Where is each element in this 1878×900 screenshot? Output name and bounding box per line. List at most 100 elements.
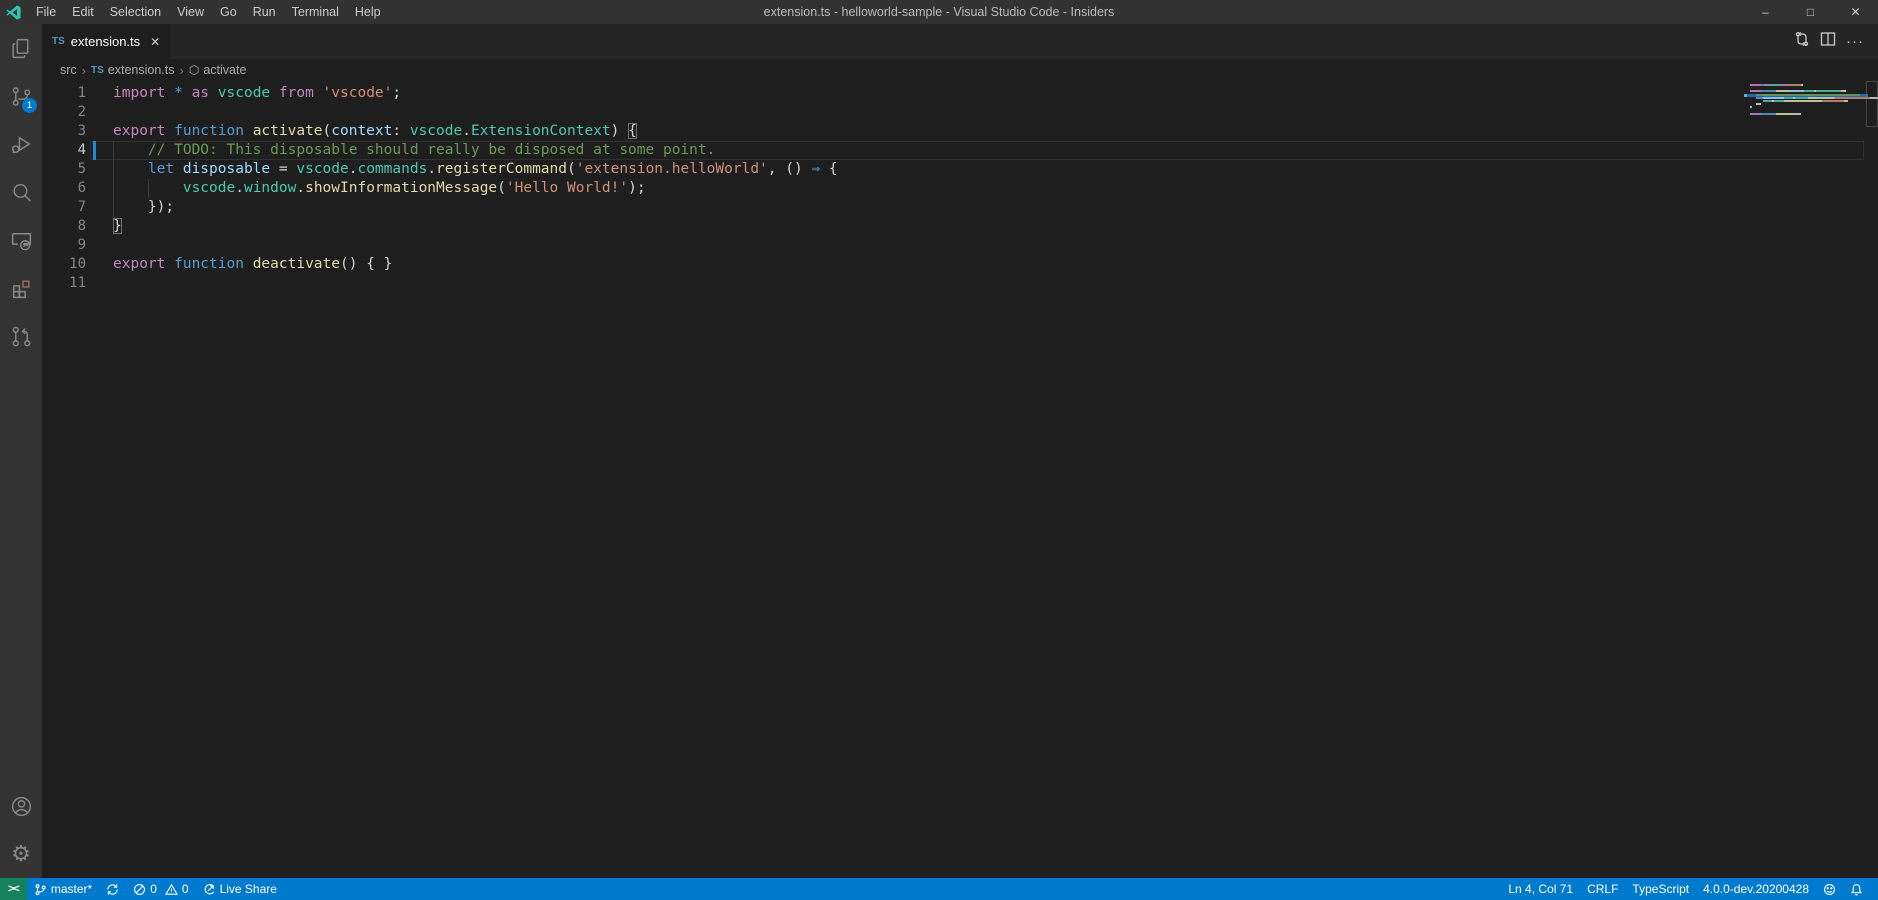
menu-selection[interactable]: Selection [102, 0, 169, 24]
line-number[interactable]: 1 [42, 84, 86, 103]
window-controls: –□✕ [1743, 0, 1878, 24]
activity-run-and-debug[interactable] [0, 120, 42, 168]
minimize-button[interactable]: – [1743, 0, 1788, 24]
code-line-8[interactable]: 8} [42, 217, 1878, 236]
gutter-modified-indicator [93, 141, 96, 160]
breadcrumb-extension-ts[interactable]: TSextension.ts [91, 63, 175, 77]
statusbar-version[interactable]: 4.0.0-dev.20200428 [1696, 878, 1816, 900]
activity-github-pull-requests[interactable] [0, 312, 42, 360]
remote-window-icon: >< [8, 883, 19, 895]
symbol-namespace-icon: ⬡ [189, 63, 199, 77]
activity-extensions[interactable] [0, 264, 42, 312]
statusbar-live-share[interactable]: Live Share [196, 878, 284, 900]
smiley-icon [1823, 883, 1836, 896]
code-editor[interactable]: 1import * as vscode from 'vscode';23expo… [42, 81, 1878, 878]
activity-bar: 1 ⚙ [0, 24, 42, 878]
sync-icon [106, 883, 119, 896]
tab-bar: TS extension.ts ✕ ··· [42, 24, 1878, 59]
code-line-9[interactable]: 9 [42, 236, 1878, 255]
vscode-insiders-logo [5, 4, 22, 21]
code-line-5[interactable]: 5 let disposable = vscode.commands.regis… [42, 160, 1878, 179]
statusbar-feedback[interactable] [1816, 878, 1843, 900]
github-pull-requests-icon [9, 324, 34, 349]
status-bar: >< master* 00Live Share Ln 4, Col 71CRLFTy… [0, 878, 1878, 900]
activity-settings[interactable]: ⚙ [0, 830, 42, 878]
explorer-icon [9, 36, 34, 61]
line-number[interactable]: 7 [42, 198, 86, 217]
code-line-7[interactable]: 7 }); [42, 198, 1878, 217]
line-number[interactable]: 2 [42, 103, 86, 122]
statusbar-remote-indicator[interactable]: >< [0, 878, 27, 900]
activity-source-control[interactable]: 1 [0, 72, 42, 120]
tab-close-icon[interactable]: ✕ [150, 35, 160, 49]
close-button[interactable]: ✕ [1833, 0, 1878, 24]
accounts-icon [9, 794, 34, 819]
menu-go[interactable]: Go [212, 0, 245, 24]
title-bar: FileEditSelectionViewGoRunTerminalHelp e… [0, 0, 1878, 24]
extensions-icon [9, 276, 34, 301]
line-number[interactable]: 5 [42, 160, 86, 179]
line-number[interactable]: 11 [42, 274, 86, 293]
line-number[interactable]: 9 [42, 236, 86, 255]
split-editor-button[interactable] [1820, 31, 1836, 52]
code-line-1[interactable]: 1import * as vscode from 'vscode'; [42, 84, 1878, 103]
branch-icon [34, 883, 47, 896]
scm-badge: 1 [22, 98, 37, 113]
statusbar-git-branch[interactable]: master* [27, 878, 99, 900]
activity-live-share[interactable] [0, 216, 42, 264]
activity-accounts[interactable] [0, 782, 42, 830]
statusbar-problems[interactable]: 00 [126, 878, 195, 900]
menu-run[interactable]: Run [245, 0, 284, 24]
open-changes-button[interactable] [1794, 31, 1810, 52]
menu-terminal[interactable]: Terminal [284, 0, 347, 24]
gear-icon: ⚙ [11, 843, 31, 865]
code-line-2[interactable]: 2 [42, 103, 1878, 122]
statusbar-sync[interactable] [99, 878, 126, 900]
more-actions-button[interactable]: ··· [1846, 33, 1864, 51]
vscode-window: FileEditSelectionViewGoRunTerminalHelp e… [0, 0, 1878, 900]
window-title: extension.ts - helloworld-sample - Visua… [764, 5, 1115, 19]
typescript-file-icon: TS [91, 65, 104, 76]
liveshare-icon [203, 883, 216, 896]
statusbar-notifications[interactable] [1843, 878, 1870, 900]
menu-help[interactable]: Help [347, 0, 389, 24]
editor-actions: ··· [1794, 24, 1878, 59]
run-and-debug-icon [9, 132, 34, 157]
breadcrumb-activate[interactable]: ⬡activate [189, 63, 247, 77]
code-line-3[interactable]: 3export function activate(context: vscod… [42, 122, 1878, 141]
breadcrumb-separator: › [81, 63, 87, 78]
error-icon [133, 883, 146, 896]
search-icon [9, 180, 34, 205]
vertical-scrollbar[interactable] [1866, 81, 1878, 127]
statusbar-cursor-position[interactable]: Ln 4, Col 71 [1501, 878, 1580, 900]
more-actions-icon: ··· [1846, 33, 1864, 50]
code-line-6[interactable]: 6 vscode.window.showInformationMessage('… [42, 179, 1878, 198]
live-share-icon [9, 228, 34, 253]
statusbar-language-mode[interactable]: TypeScript [1625, 878, 1696, 900]
line-number[interactable]: 10 [42, 255, 86, 274]
menu-file[interactable]: File [28, 0, 64, 24]
warning-icon [165, 883, 178, 896]
activity-explorer[interactable] [0, 24, 42, 72]
line-number[interactable]: 6 [42, 179, 86, 198]
maximize-button[interactable]: □ [1788, 0, 1833, 24]
line-number[interactable]: 3 [42, 122, 86, 141]
menu-edit[interactable]: Edit [64, 0, 102, 24]
activity-search[interactable] [0, 168, 42, 216]
breadcrumb-src[interactable]: src [60, 63, 77, 77]
editor-region: TS extension.ts ✕ ··· src › TSextension.ts… [42, 24, 1878, 878]
statusbar-eol-sequence[interactable]: CRLF [1580, 878, 1625, 900]
line-number[interactable]: 8 [42, 217, 86, 236]
code-line-11[interactable]: 11 [42, 274, 1878, 293]
typescript-file-icon: TS [52, 36, 65, 47]
code-line-10[interactable]: 10export function deactivate() { } [42, 255, 1878, 274]
minimap-modified-marker [1744, 94, 1747, 97]
menu-view[interactable]: View [169, 0, 212, 24]
tab-extension-ts[interactable]: TS extension.ts ✕ [42, 24, 170, 59]
breadcrumb: src›TSextension.ts›⬡activate [42, 59, 1878, 81]
bell-icon [1850, 883, 1863, 896]
code-line-4[interactable]: 4 // TODO: This disposable should really… [42, 141, 1878, 160]
menu-bar: FileEditSelectionViewGoRunTerminalHelp [28, 0, 389, 24]
minimap[interactable] [1750, 84, 1866, 119]
line-number[interactable]: 4 [42, 141, 86, 160]
